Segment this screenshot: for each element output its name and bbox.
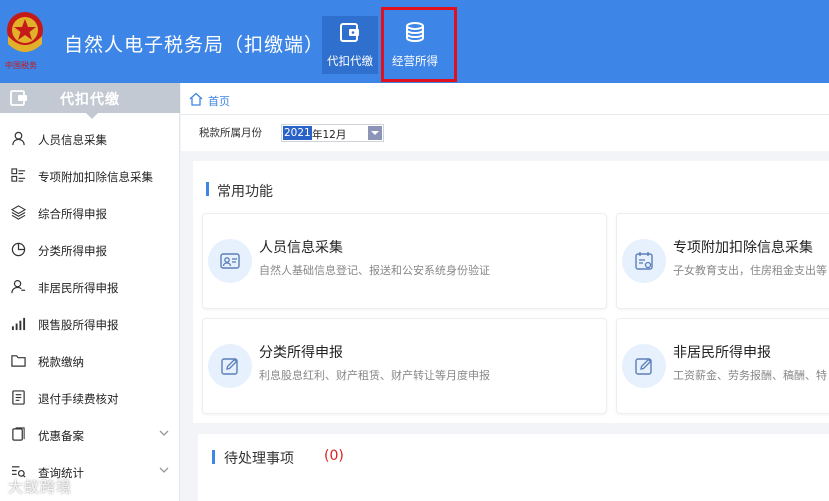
tab-withholding-label: 代扣代缴 bbox=[327, 54, 373, 68]
sidebar-item-preferential-filing[interactable]: 优惠备案 bbox=[0, 416, 180, 453]
card-nonresident-income[interactable]: 非居民所得申报 工资薪金、劳务报酬、稿酬、特 bbox=[616, 318, 829, 414]
section-marker bbox=[206, 182, 209, 196]
section-marker bbox=[212, 450, 215, 464]
month-picker-month: 年12月 bbox=[312, 129, 347, 141]
card-icon-circle bbox=[622, 239, 666, 283]
breadcrumb-home-link[interactable]: 首页 bbox=[208, 93, 230, 109]
common-functions-title: 常用功能 bbox=[217, 184, 273, 200]
card-description: 自然人基础信息登记、报送和公安系统身份验证 bbox=[259, 264, 490, 277]
card-title: 分类所得申报 bbox=[259, 345, 343, 361]
layers-icon bbox=[11, 205, 26, 220]
card-personnel-info[interactable]: 人员信息采集 自然人基础信息登记、报送和公安系统身份验证 bbox=[202, 213, 607, 309]
document-icon bbox=[12, 390, 25, 405]
pending-count[interactable]: (0) bbox=[324, 448, 344, 464]
home-icon[interactable] bbox=[189, 92, 203, 106]
watermark: 大蚁跨境 bbox=[8, 478, 73, 496]
highlight-box bbox=[381, 7, 457, 82]
bar-signal-icon bbox=[11, 317, 26, 331]
list-icon bbox=[11, 168, 26, 182]
card-icon-circle bbox=[622, 344, 666, 388]
id-card-icon bbox=[220, 253, 240, 269]
sidebar-title: 代扣代缴 bbox=[60, 92, 120, 108]
sidebar-item-label: 专项附加扣除信息采集 bbox=[38, 170, 153, 184]
sidebar-header-notch bbox=[86, 113, 98, 119]
card-special-deduction[interactable]: 专项附加扣除信息采集 子女教育支出，住房租金支出等 bbox=[616, 213, 829, 309]
sidebar-item-tax-payment[interactable]: 税款缴纳 bbox=[0, 342, 180, 379]
dropdown-arrow-icon[interactable] bbox=[368, 126, 382, 140]
app-header: 中国税务 自然人电子税务局（扣缴端） 代扣代缴 经营所得 bbox=[0, 0, 829, 83]
edit-icon bbox=[221, 358, 238, 375]
copy-icon bbox=[12, 427, 25, 441]
tax-month-picker[interactable]: 2021 年12月 bbox=[281, 124, 384, 142]
svg-text:中国税务: 中国税务 bbox=[5, 60, 37, 70]
pending-panel: 待处理事项 (0) bbox=[198, 434, 829, 501]
pie-icon bbox=[11, 242, 26, 257]
wallet-icon bbox=[340, 23, 359, 42]
app-title: 自然人电子税务局（扣缴端） bbox=[64, 34, 325, 56]
card-title: 非居民所得申报 bbox=[673, 345, 771, 361]
filter-bar: 税款所属月份 2021 年12月 bbox=[181, 115, 829, 151]
sidebar-item-label: 综合所得申报 bbox=[38, 207, 107, 221]
sidebar-item-personnel-info[interactable]: 人员信息采集 bbox=[0, 120, 180, 157]
sidebar-item-label: 限售股所得申报 bbox=[38, 318, 119, 332]
breadcrumb: 首页 bbox=[181, 83, 829, 115]
chevron-down-icon bbox=[159, 467, 169, 473]
card-category-income[interactable]: 分类所得申报 利息股息红利、财产租赁、财产转让等月度申报 bbox=[202, 318, 607, 414]
tax-month-label: 税款所属月份 bbox=[199, 127, 262, 139]
pending-title: 待处理事项 bbox=[224, 451, 294, 467]
calendar-check-icon bbox=[635, 252, 653, 270]
common-functions-panel: 常用功能 人员信息采集 自然人基础信息登记、报送和公安系统身份验证 专项附加扣除… bbox=[193, 161, 829, 423]
tab-withholding[interactable]: 代扣代缴 bbox=[322, 16, 378, 74]
edit-icon bbox=[635, 358, 652, 375]
card-icon-circle bbox=[208, 239, 252, 283]
sidebar-item-restricted-stock[interactable]: 限售股所得申报 bbox=[0, 305, 180, 342]
folder-icon bbox=[11, 355, 26, 367]
card-title: 专项附加扣除信息采集 bbox=[673, 240, 813, 256]
card-description: 子女教育支出，住房租金支出等 bbox=[673, 264, 827, 277]
sidebar-item-nonresident-income[interactable]: 非居民所得申报 bbox=[0, 268, 180, 305]
sidebar-item-special-deduction[interactable]: 专项附加扣除信息采集 bbox=[0, 157, 180, 194]
sidebar-item-label: 分类所得申报 bbox=[38, 244, 107, 258]
wallet-icon bbox=[10, 90, 27, 106]
sidebar-item-comprehensive-income[interactable]: 综合所得申报 bbox=[0, 194, 180, 231]
card-description: 利息股息红利、财产租赁、财产转让等月度申报 bbox=[259, 369, 490, 382]
sidebar-header: 代扣代缴 bbox=[0, 83, 180, 119]
chevron-down-icon bbox=[159, 430, 169, 436]
card-icon-circle bbox=[208, 344, 252, 388]
sidebar: 代扣代缴 人员信息采集 专项附加扣除信息采集 综合所得申报 分类所得申报 非居民… bbox=[0, 83, 180, 501]
sidebar-item-label: 税款缴纳 bbox=[38, 355, 84, 369]
person-icon bbox=[12, 131, 25, 146]
sidebar-item-label: 优惠备案 bbox=[38, 429, 84, 443]
card-description: 工资薪金、劳务报酬、稿酬、特 bbox=[673, 369, 827, 382]
sidebar-item-category-income[interactable]: 分类所得申报 bbox=[0, 231, 180, 268]
sidebar-item-refund-fee[interactable]: 退付手续费核对 bbox=[0, 379, 180, 416]
sidebar-item-label: 人员信息采集 bbox=[38, 133, 107, 147]
month-picker-year: 2021 bbox=[283, 126, 312, 140]
user-outline-icon bbox=[11, 279, 26, 294]
tax-emblem-icon: 中国税务 bbox=[5, 12, 43, 70]
sidebar-item-label: 非居民所得申报 bbox=[38, 281, 119, 295]
card-title: 人员信息采集 bbox=[259, 240, 343, 256]
sidebar-item-label: 退付手续费核对 bbox=[38, 392, 119, 406]
